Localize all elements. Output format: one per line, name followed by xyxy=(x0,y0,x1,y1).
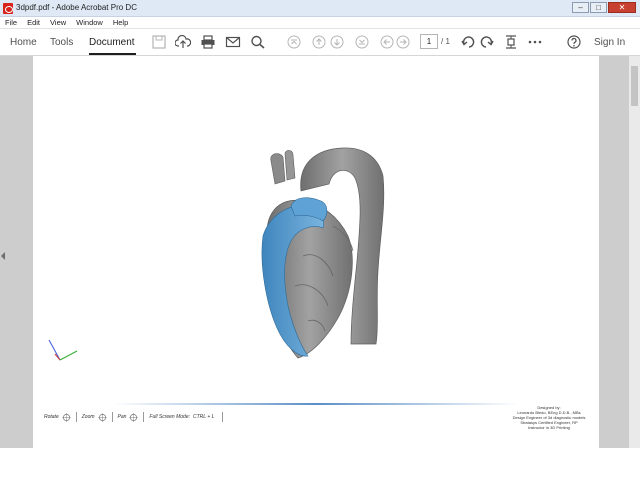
tab-tools[interactable]: Tools xyxy=(50,37,73,48)
tab-document[interactable]: Document xyxy=(89,37,135,48)
zoom-icon xyxy=(97,412,107,422)
menu-file[interactable]: File xyxy=(0,17,22,28)
controls-separator xyxy=(143,412,145,422)
left-panel-toggle-icon[interactable] xyxy=(1,252,5,260)
document-workspace: Rotate Zoom Pan Full Screen Mode: CTRL +… xyxy=(0,56,640,480)
controls-separator xyxy=(222,412,224,422)
title-bar: 3dpdf.pdf - Adobe Acrobat Pro DC – □ ✕ xyxy=(0,0,640,17)
window-controls: – □ ✕ xyxy=(572,2,636,13)
zoom-label: Zoom xyxy=(81,414,95,420)
footer-divider xyxy=(113,403,519,405)
fullscreen-shortcut: CTRL + L xyxy=(193,414,215,420)
menu-help[interactable]: Help xyxy=(108,17,133,28)
close-button[interactable]: ✕ xyxy=(608,2,636,13)
acrobat-app-icon xyxy=(3,3,13,14)
pan-label: Pan xyxy=(117,414,127,420)
next-view-icon[interactable] xyxy=(395,35,411,49)
print-icon[interactable] xyxy=(200,35,216,49)
email-icon[interactable] xyxy=(225,35,241,49)
scroll-down-icon[interactable] xyxy=(329,35,345,49)
scroll-bottom-icon[interactable] xyxy=(354,35,370,49)
page-number-input[interactable]: 1 xyxy=(420,34,438,49)
help-icon[interactable] xyxy=(566,35,582,49)
rotate-clockwise-icon[interactable] xyxy=(478,35,494,49)
search-icon[interactable] xyxy=(250,35,266,49)
controls-separator xyxy=(75,412,77,422)
rotate-icon xyxy=(61,412,71,422)
main-toolbar: Home Tools Document 1 / 1 Sign In xyxy=(0,29,640,56)
upload-icon[interactable] xyxy=(175,35,191,49)
menu-bar: File Edit View Window Help xyxy=(0,17,640,29)
scroll-up-icon[interactable] xyxy=(311,35,327,49)
page-total-label: / 1 xyxy=(441,37,450,46)
rotate-counterclockwise-icon[interactable] xyxy=(461,35,477,49)
active-tab-indicator xyxy=(89,53,136,55)
vertical-scrollbar[interactable] xyxy=(629,56,640,448)
status-area xyxy=(0,448,640,480)
previous-view-icon[interactable] xyxy=(379,35,395,49)
tab-home[interactable]: Home xyxy=(10,37,37,48)
minimize-button[interactable]: – xyxy=(572,2,589,13)
maximize-button[interactable]: □ xyxy=(590,2,607,13)
viewer-controls-legend: Rotate Zoom Pan Full Screen Mode: CTRL +… xyxy=(44,412,228,422)
pan-icon xyxy=(129,412,139,422)
menu-view[interactable]: View xyxy=(45,17,71,28)
save-icon[interactable] xyxy=(151,35,167,49)
rotate-label: Rotate xyxy=(44,414,59,420)
controls-separator xyxy=(111,412,113,422)
fullscreen-label: Full Screen Mode: xyxy=(149,414,190,420)
menu-window[interactable]: Window xyxy=(71,17,108,28)
credit-line: Instructor in 3D Printing xyxy=(528,425,570,430)
more-icon[interactable] xyxy=(527,35,543,49)
scroll-top-icon[interactable] xyxy=(286,35,302,49)
axis-triad-icon xyxy=(48,339,78,361)
page-fit-icon[interactable] xyxy=(503,35,519,49)
designer-credits: Designed by: Leonardo Bledo, BEng D.D.B.… xyxy=(499,405,599,430)
pdf-page: Rotate Zoom Pan Full Screen Mode: CTRL +… xyxy=(33,56,599,448)
scrollbar-thumb[interactable] xyxy=(631,66,638,106)
heart-3d-model xyxy=(261,147,385,359)
window-title: 3dpdf.pdf - Adobe Acrobat Pro DC xyxy=(16,3,137,12)
sign-in-button[interactable]: Sign In xyxy=(594,37,625,48)
menu-edit[interactable]: Edit xyxy=(22,17,45,28)
3d-model-viewer[interactable] xyxy=(33,56,599,401)
